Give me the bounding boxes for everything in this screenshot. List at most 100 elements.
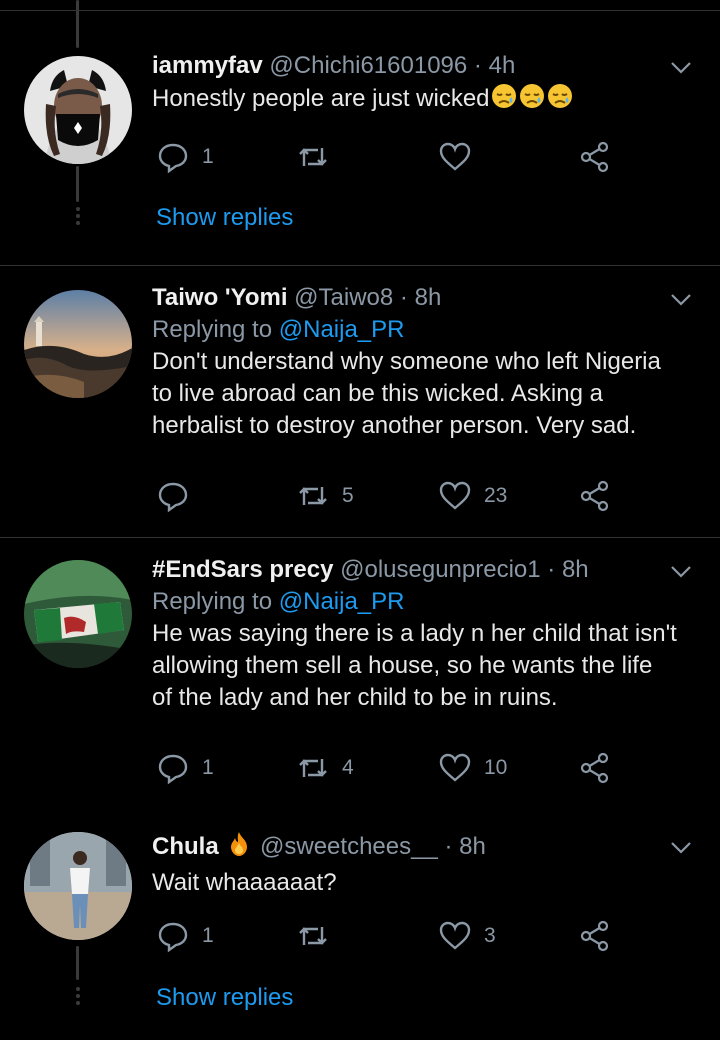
sad-tear-emoji (546, 82, 574, 119)
share-icon (580, 141, 609, 173)
display-name[interactable]: iammyfav (152, 52, 263, 79)
retweet-icon (299, 927, 327, 945)
chevron-down-icon[interactable] (668, 54, 694, 80)
sad-tear-emoji (490, 82, 518, 119)
tweet-text-line: herbalist to destroy another person. Ver… (152, 412, 637, 439)
replying-to-label: Replying to (152, 316, 273, 343)
retweet-button[interactable]: 5 (296, 476, 354, 516)
retweet-button[interactable] (296, 137, 342, 177)
tweet-text: Wait whaaaaaat? (152, 867, 680, 899)
reply-icon (158, 143, 188, 174)
reply-icon (158, 922, 188, 953)
display-name[interactable]: Taiwo 'Yomi (152, 284, 288, 311)
share-button[interactable] (578, 137, 612, 177)
like-button[interactable]: 3 (438, 916, 496, 956)
avatar[interactable] (24, 560, 132, 668)
separator: · (399, 284, 408, 311)
like-button[interactable]: 10 (438, 748, 507, 788)
tweet-text-line: of the lady and her child to be in ruins… (152, 684, 558, 711)
reply-count: 1 (202, 145, 214, 168)
avatar[interactable] (24, 290, 132, 398)
fire-emoji (225, 830, 253, 867)
replying-to: Replying to @Naija_PR (152, 586, 680, 618)
separator: · (547, 556, 556, 583)
share-button[interactable] (578, 916, 612, 956)
retweet-button[interactable] (296, 916, 342, 956)
reply-button[interactable]: 1 (156, 916, 214, 956)
tweet-1[interactable]: iammyfav @Chichi61601096 · 4h Honestly p… (0, 0, 720, 265)
user-handle[interactable]: @Taiwo8 (294, 284, 393, 311)
like-count: 10 (484, 756, 508, 779)
chevron-down-icon[interactable] (668, 558, 694, 584)
share-button[interactable] (578, 476, 612, 516)
tweet-actions: 1 4 10 (152, 748, 612, 788)
tweet-header: Chula @sweetchees__ · 8h (152, 830, 680, 867)
heart-icon (439, 481, 471, 510)
timestamp[interactable]: 8h (562, 556, 589, 583)
share-button[interactable] (578, 748, 612, 788)
share-icon (580, 752, 609, 784)
tweet-header: Taiwo 'Yomi @Taiwo8 · 8h (152, 282, 680, 314)
reply-count: 1 (202, 756, 214, 779)
tweet-text: Don't understand why someone who left Ni… (152, 346, 680, 442)
reply-icon (158, 482, 188, 513)
retweet-icon (299, 148, 327, 166)
like-button[interactable] (438, 137, 484, 177)
tweet-actions: 5 23 (152, 476, 612, 516)
replying-to-label: Replying to (152, 588, 273, 615)
heart-icon (439, 753, 471, 782)
sad-tear-emoji (518, 82, 546, 119)
like-button[interactable]: 23 (438, 476, 507, 516)
timestamp[interactable]: 8h (415, 284, 442, 311)
tweet-actions: 1 (152, 137, 612, 177)
tweet-4[interactable]: Chula @sweetchees__ · 8h Wait whaaaaaat?… (0, 810, 720, 1040)
tweet-text-line: Don't understand why someone who left Ni… (152, 348, 661, 375)
user-handle[interactable]: @Chichi61601096 (269, 52, 467, 79)
tweet-text-line: allowing them sell a house, so he wants … (152, 652, 653, 679)
mention-link[interactable]: @Naija_PR (279, 588, 405, 615)
tweet-text-line: He was saying there is a lady n her chil… (152, 620, 677, 647)
heart-icon (439, 921, 471, 950)
chevron-down-icon[interactable] (668, 286, 694, 312)
tweet-actions: 1 3 (152, 916, 612, 956)
retweet-icon (299, 487, 327, 505)
user-handle[interactable]: @olusegunprecio1 (340, 556, 541, 583)
show-replies-link[interactable]: Show replies (156, 984, 293, 1012)
heart-icon (439, 142, 471, 171)
tweet-2[interactable]: Taiwo 'Yomi @Taiwo8 · 8h Replying to @Na… (0, 266, 720, 537)
user-handle[interactable]: @sweetchees__ (260, 833, 438, 860)
like-count: 3 (484, 924, 496, 947)
reply-icon (158, 754, 188, 785)
tweet-text: Honestly people are just wicked (152, 82, 680, 119)
share-icon (580, 480, 609, 512)
chevron-down-icon[interactable] (668, 834, 694, 860)
tweet-header: #EndSars precy @olusegunprecio1 · 8h (152, 554, 680, 586)
reply-button[interactable]: 1 (156, 137, 214, 177)
replying-to: Replying to @Naija_PR (152, 314, 680, 346)
retweet-count: 4 (342, 756, 354, 779)
tweet-text-line: to live abroad can be this wicked. Askin… (152, 380, 603, 407)
tweet-header: iammyfav @Chichi61601096 · 4h (152, 50, 680, 82)
avatar[interactable] (24, 56, 132, 164)
tweet-text-content: Honestly people are just wicked (152, 85, 490, 112)
like-count: 23 (484, 484, 508, 507)
reply-button[interactable]: 1 (156, 748, 214, 788)
mention-link[interactable]: @Naija_PR (279, 316, 405, 343)
retweet-button[interactable]: 4 (296, 748, 354, 788)
separator: · (444, 833, 453, 860)
avatar[interactable] (24, 832, 132, 940)
retweet-count: 5 (342, 484, 354, 507)
show-replies-link[interactable]: Show replies (156, 204, 293, 232)
retweet-icon (299, 759, 327, 777)
tweet-text: He was saying there is a lady n her chil… (152, 618, 680, 714)
separator: · (473, 52, 482, 79)
timestamp[interactable]: 8h (459, 833, 486, 860)
tweet-text-content: Wait whaaaaaat? (152, 869, 337, 896)
timestamp[interactable]: 4h (489, 52, 516, 79)
tweet-3[interactable]: #EndSars precy @olusegunprecio1 · 8h Rep… (0, 538, 720, 810)
display-name[interactable]: Chula (152, 833, 219, 860)
reply-button[interactable] (156, 476, 202, 516)
display-name[interactable]: #EndSars precy (152, 556, 333, 583)
reply-count: 1 (202, 924, 214, 947)
share-icon (580, 920, 609, 952)
